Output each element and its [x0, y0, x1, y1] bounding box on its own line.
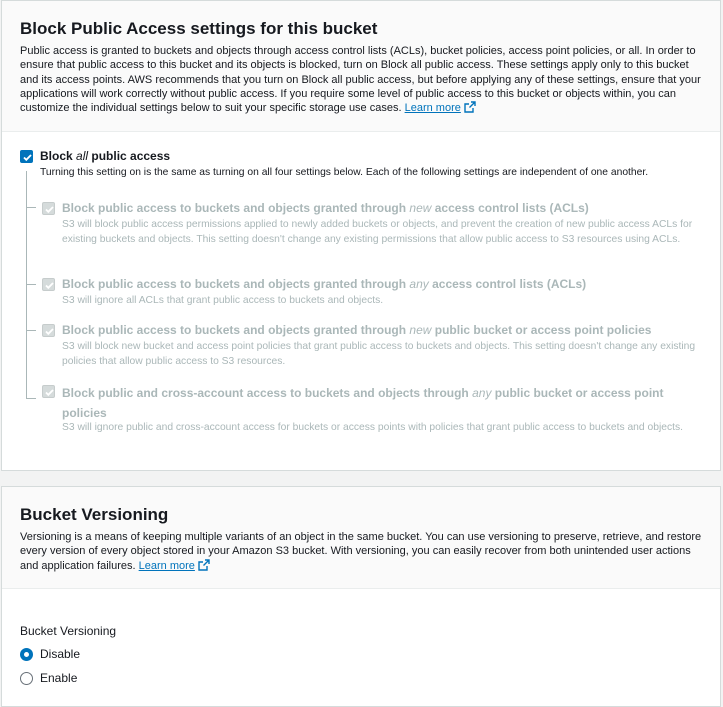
- option-label-em: any: [409, 277, 429, 291]
- tree-tick: [26, 398, 36, 399]
- learn-more-link[interactable]: Learn more: [405, 102, 461, 114]
- check-icon: [45, 389, 54, 397]
- block-new-policies-label: Block public access to buckets and objec…: [62, 322, 651, 338]
- block-all-description: Turning this setting on is the same as t…: [40, 167, 649, 178]
- option-label-part: Block public access to buckets and objec…: [62, 277, 410, 291]
- bucket-versioning-title: Bucket Versioning: [20, 505, 169, 524]
- option-label-em: any: [472, 386, 492, 400]
- block-public-access-header: Block Public Access settings for this bu…: [2, 1, 720, 132]
- block-new-policies-checkbox: [42, 324, 55, 337]
- block-any-policies-checkbox: [42, 385, 55, 398]
- option-label-part: Block public and cross-account access to…: [62, 386, 473, 400]
- check-icon: [45, 282, 54, 290]
- option-label-em: new: [409, 201, 432, 215]
- option-label-part: public bucket or access point policies: [431, 323, 652, 337]
- option-label-em: new: [409, 323, 432, 337]
- versioning-disable-radio[interactable]: [20, 648, 33, 661]
- tree-tick: [26, 284, 36, 285]
- option-label-part: Block public access to buckets and objec…: [62, 323, 410, 337]
- option-label-part: access control lists (ACLs): [428, 277, 587, 291]
- external-link-icon[interactable]: [198, 558, 210, 571]
- check-icon: [45, 328, 54, 336]
- block-all-checkbox[interactable]: [20, 150, 33, 163]
- option-label-part: access control lists (ACLs): [431, 201, 589, 215]
- block-all-label[interactable]: Block all public access: [40, 148, 170, 164]
- learn-more-label: Learn more: [404, 102, 461, 115]
- block-all-label-part: Block: [40, 149, 77, 163]
- block-new-acls-checkbox: [42, 202, 55, 215]
- learn-more-link[interactable]: Learn more: [139, 560, 195, 572]
- option-label-part: Block public access to buckets and objec…: [62, 201, 410, 215]
- block-public-access-panel: Block Public Access settings for this bu…: [1, 0, 721, 471]
- check-icon: [23, 154, 32, 162]
- tree-tick: [26, 207, 36, 208]
- block-all-label-em: all: [76, 149, 89, 163]
- block-public-access-description: Public access is granted to buckets and …: [20, 44, 702, 115]
- block-new-acls-description: S3 will block public access permissions …: [62, 219, 693, 245]
- bucket-versioning-header: Bucket Versioning Versioning is a means …: [2, 487, 720, 589]
- block-any-acls-description: S3 will ignore all ACLs that grant publi…: [62, 295, 384, 306]
- versioning-enable-label[interactable]: Enable: [40, 670, 77, 686]
- check-icon: [45, 206, 54, 214]
- block-new-policies-description: S3 will block new bucket and access poin…: [62, 341, 696, 367]
- bucket-versioning-field-label: Bucket Versioning: [20, 624, 117, 638]
- block-any-acls-label: Block public access to buckets and objec…: [62, 276, 586, 292]
- versioning-enable-radio[interactable]: [20, 672, 33, 685]
- block-all-label-part: public access: [88, 149, 171, 163]
- block-public-access-title: Block Public Access settings for this bu…: [20, 19, 378, 38]
- block-new-acls-label: Block public access to buckets and objec…: [62, 200, 589, 216]
- block-any-policies-description: S3 will ignore public and cross-account …: [62, 422, 683, 433]
- tree-tick: [26, 330, 36, 331]
- block-any-policies-label: Block public and cross-account access to…: [62, 383, 702, 423]
- versioning-disable-label[interactable]: Disable: [40, 646, 80, 662]
- learn-more-label: Learn more: [138, 559, 195, 572]
- bucket-versioning-panel: Bucket Versioning Versioning is a means …: [1, 486, 721, 707]
- block-public-access-description-text: Public access is granted to buckets and …: [20, 45, 701, 115]
- block-any-acls-checkbox: [42, 278, 55, 291]
- bucket-versioning-description-text: Versioning is a means of keeping multipl…: [20, 531, 702, 572]
- external-link-icon[interactable]: [464, 101, 476, 113]
- bucket-versioning-description: Versioning is a means of keeping multipl…: [20, 530, 702, 573]
